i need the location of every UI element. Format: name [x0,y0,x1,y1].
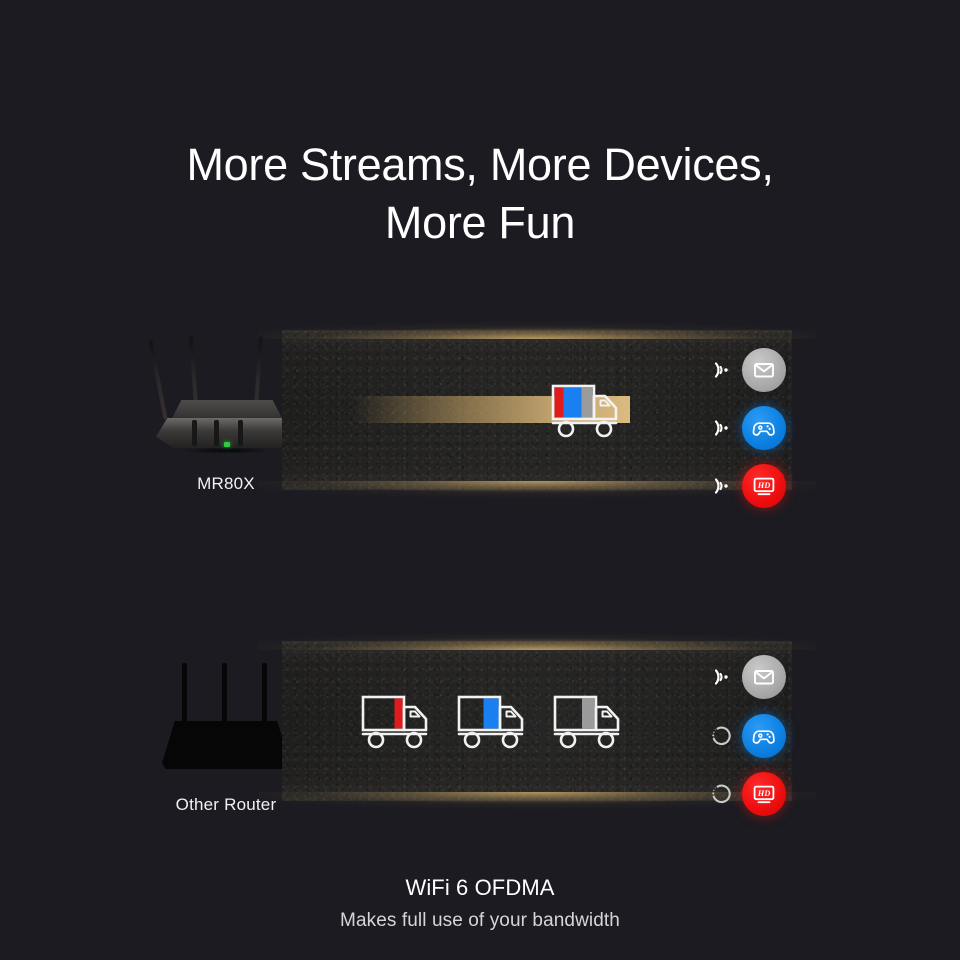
device-row-gaming[interactable] [706,714,806,758]
caption-subtitle: Makes full use of your bandwidth [340,910,620,931]
partially-loaded-truck-game [450,689,540,751]
partially-loaded-truck-video [546,689,636,751]
antenna-icon [262,663,267,725]
gamepad-icon[interactable] [742,406,786,450]
hd-monitor-icon[interactable]: HD [742,464,786,508]
device-row-mail[interactable] [706,348,806,392]
router-body [162,721,290,769]
hd-badge-text: HD [757,481,771,490]
marketing-slide: More Streams, More Devices, More Fun MR8… [0,0,960,960]
partially-loaded-truck-mail [354,689,444,751]
device-row-mail[interactable] [706,655,806,699]
envelope-icon[interactable] [742,348,786,392]
router-vent [238,420,243,446]
device-row-hd-video[interactable]: HD [706,464,806,508]
loading-spinner-icon [706,721,736,751]
hd-monitor-icon[interactable]: HD [742,772,786,816]
loading-spinner-icon [706,779,736,809]
envelope-icon[interactable] [742,655,786,699]
device-column-wifi6: HD [706,330,806,508]
antenna-icon [148,340,168,420]
router-shadow [164,446,290,455]
wifi-signal-icon [706,471,736,501]
generic-router-3-antenna-icon [160,663,292,771]
device-column-wifi5: HD [706,641,806,816]
router-vent [192,420,197,446]
device-row-hd-video[interactable]: HD [706,772,806,816]
caption-title: WiFi 6 OFDMA [405,875,555,900]
hd-badge-text: HD [757,789,771,798]
antenna-icon [222,663,227,725]
wifi-signal-icon [706,413,736,443]
caption-wifi6: WiFi 6 OFDMA Makes full use of your band… [0,873,960,934]
wifi-signal-icon [706,662,736,692]
page-title: More Streams, More Devices, More Fun [186,139,774,248]
antenna-icon [182,663,187,725]
wifi-signal-icon [706,355,736,385]
gamepad-icon[interactable] [742,714,786,758]
router-vent [214,420,219,446]
device-row-gaming[interactable] [706,406,806,450]
fully-loaded-truck [544,378,634,440]
